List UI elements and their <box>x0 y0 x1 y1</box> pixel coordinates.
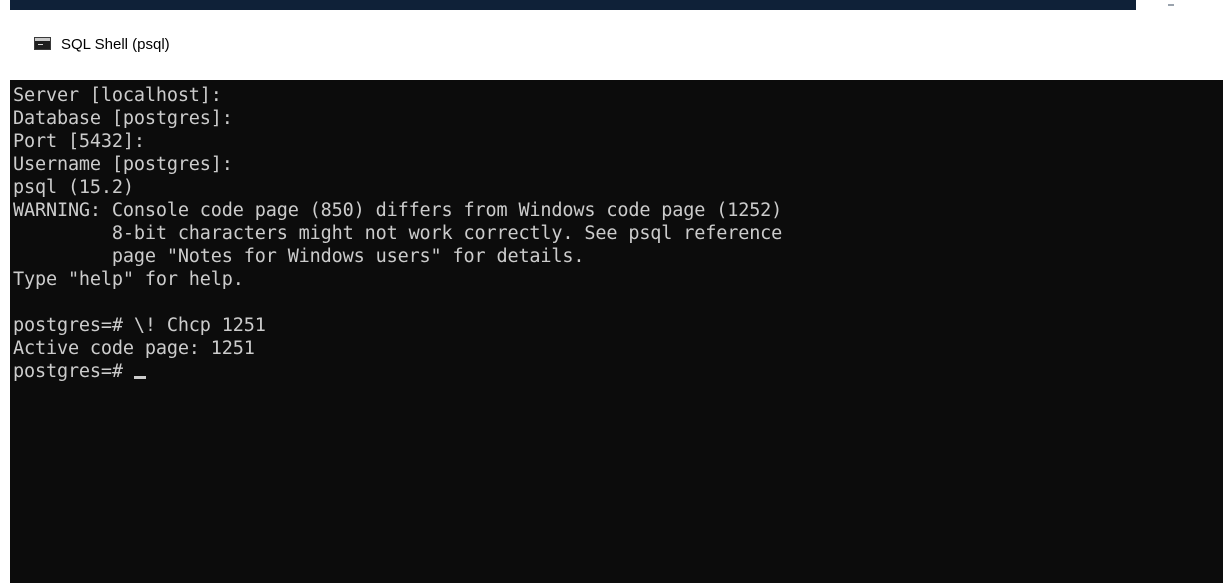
background-window-edge <box>10 0 1136 10</box>
desktop-top-strip <box>0 0 1223 10</box>
console-input-line[interactable]: postgres=# <box>13 360 1223 383</box>
console-line: Server [localhost]: <box>13 85 222 106</box>
console-prompt: postgres=# <box>13 361 134 382</box>
sql-shell-window[interactable]: SQL Shell (psql) Server [localhost]: Dat… <box>10 10 1223 583</box>
console-line: Active code page: 1251 <box>13 338 255 359</box>
console-window-icon[interactable] <box>34 37 51 50</box>
screen: SQL Shell (psql) Server [localhost]: Dat… <box>0 0 1223 583</box>
console-line: WARNING: Console code page (850) differs… <box>13 200 783 221</box>
console-line: Database [postgres]: <box>13 108 233 129</box>
window-titlebar[interactable]: SQL Shell (psql) <box>10 10 1223 80</box>
console-output[interactable]: Server [localhost]: Database [postgres]:… <box>10 80 1223 583</box>
console-line: 8-bit characters might not work correctl… <box>13 223 783 244</box>
console-line: psql (15.2) <box>13 177 134 198</box>
console-line: Username [postgres]: <box>13 154 233 175</box>
background-caret-mark <box>1168 4 1174 6</box>
text-cursor <box>133 376 146 379</box>
console-line: Port [5432]: <box>13 131 145 152</box>
console-line: postgres=# \! Chcp 1251 <box>13 315 266 336</box>
console-line: page "Notes for Windows users" for detai… <box>13 246 585 267</box>
window-title: SQL Shell (psql) <box>61 36 170 53</box>
console-line: Type "help" for help. <box>13 269 244 290</box>
